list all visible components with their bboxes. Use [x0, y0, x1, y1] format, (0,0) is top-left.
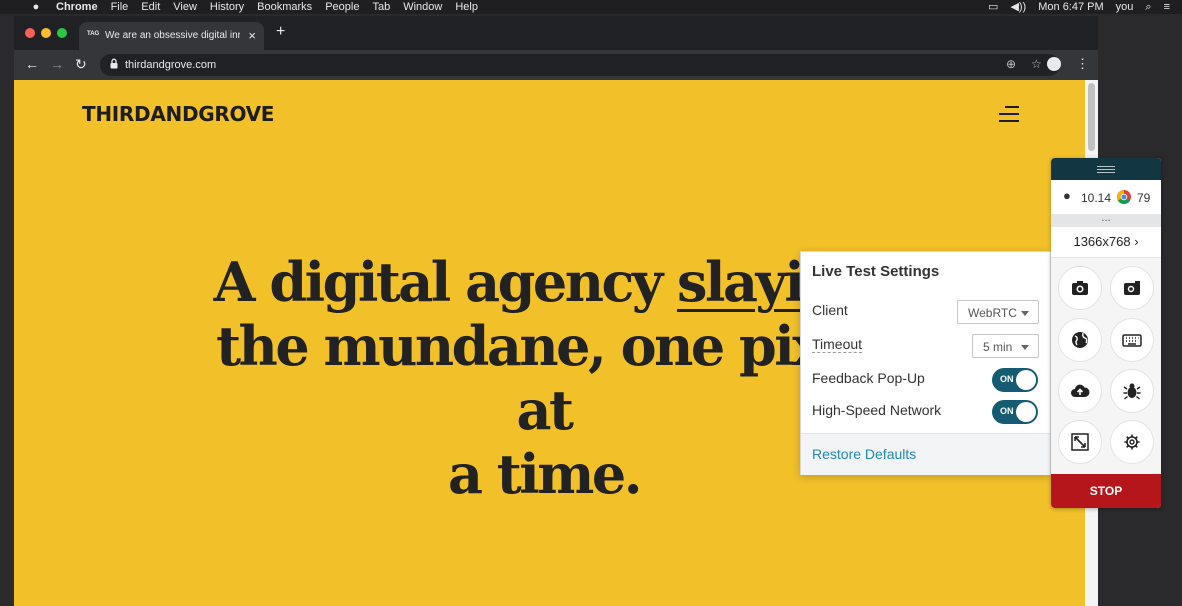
- forward-arrow-icon[interactable]: →: [50, 57, 64, 71]
- bookmark-star-icon[interactable]: ☆: [1031, 57, 1042, 71]
- back-arrow-icon[interactable]: ←: [25, 57, 39, 71]
- chevron-down-icon: [1021, 311, 1029, 316]
- feedback-toggle-state: ON: [1000, 374, 1014, 384]
- upload-file-button[interactable]: [1058, 369, 1102, 413]
- camera-icon: [1072, 281, 1088, 295]
- cloud-upload-icon: [1071, 384, 1090, 397]
- keyboard-icon: [1122, 334, 1142, 347]
- settings-title: Live Test Settings: [812, 263, 940, 280]
- toggle-knob: [1016, 402, 1036, 422]
- timeout-select-value: 5 min: [983, 340, 1013, 354]
- tab-strip: TAG We are an obsessive digital inn × +: [14, 16, 1098, 50]
- client-label: Client: [812, 302, 848, 318]
- keyboard-button[interactable]: [1110, 318, 1154, 362]
- more-options-dots-icon[interactable]: ...: [1051, 213, 1161, 227]
- apple-menu-icon[interactable]: ●: [30, 0, 42, 14]
- stop-session-button[interactable]: STOP: [1051, 474, 1161, 508]
- menu-window[interactable]: Window: [403, 0, 442, 14]
- profile-avatar-icon[interactable]: [1047, 57, 1061, 71]
- window-zoom-button[interactable]: [57, 28, 67, 38]
- tool-buttons-grid: [1051, 258, 1161, 474]
- hero-line-1-text: A digital agency: [213, 250, 678, 314]
- menu-file[interactable]: File: [111, 0, 129, 14]
- menu-edit[interactable]: Edit: [141, 0, 160, 14]
- lock-icon: [110, 58, 118, 69]
- high-speed-network-toggle[interactable]: ON: [992, 400, 1038, 424]
- menu-people[interactable]: People: [325, 0, 359, 14]
- feedback-popup-label: Feedback Pop-Up: [812, 370, 925, 386]
- volume-icon[interactable]: ◀)): [1010, 0, 1026, 14]
- live-test-toolbar: ● 10.14 79 ... 1366x768 › STOP: [1051, 158, 1161, 508]
- settings-gear-button[interactable]: [1110, 420, 1154, 464]
- scrollbar-thumb[interactable]: [1088, 83, 1095, 151]
- chevron-down-icon: [1021, 345, 1029, 350]
- chrome-menu-kebab-icon[interactable]: ⋮: [1076, 56, 1089, 72]
- video-camera-icon: [1124, 281, 1140, 295]
- network-toggle-state: ON: [1000, 406, 1014, 416]
- resolution-selector[interactable]: 1366x768 ›: [1051, 227, 1161, 258]
- tab-favicon: TAG: [87, 31, 100, 37]
- site-hamburger-menu-icon[interactable]: [999, 106, 1019, 122]
- gear-icon: [1124, 434, 1140, 450]
- record-video-button[interactable]: [1110, 266, 1154, 310]
- apple-os-icon: ●: [1063, 188, 1071, 203]
- resize-icon: [1071, 433, 1089, 451]
- feedback-popup-toggle[interactable]: ON: [992, 368, 1038, 392]
- high-speed-network-label: High-Speed Network: [812, 402, 942, 418]
- browser-toolbar: ← → ↻ thirdandgrove.com ⊕ ☆ ⋮: [14, 50, 1098, 80]
- menu-bookmarks[interactable]: Bookmarks: [257, 0, 312, 14]
- client-select[interactable]: WebRTC: [957, 300, 1039, 324]
- timeout-select[interactable]: 5 min: [972, 334, 1039, 358]
- browser-tab-active[interactable]: TAG We are an obsessive digital inn ×: [79, 22, 264, 50]
- report-bug-button[interactable]: [1110, 369, 1154, 413]
- client-select-value: WebRTC: [968, 306, 1017, 320]
- timeout-label: Timeout: [812, 336, 863, 353]
- menu-history[interactable]: History: [210, 0, 244, 14]
- menu-app-chrome[interactable]: Chrome: [56, 0, 98, 14]
- globe-icon: [1072, 332, 1088, 348]
- macos-menubar: ● Chrome File Edit View History Bookmark…: [0, 0, 1182, 14]
- live-test-settings-panel: Live Test Settings Client WebRTC Timeout…: [800, 251, 1051, 475]
- browser-version: 79: [1137, 191, 1151, 205]
- address-bar[interactable]: thirdandgrove.com ⊕ ☆: [100, 54, 1060, 76]
- tab-close-icon[interactable]: ×: [248, 28, 256, 43]
- settings-footer: Restore Defaults: [801, 433, 1050, 475]
- toggle-knob: [1016, 370, 1036, 390]
- hero-line-1: A digital agency slaying: [194, 250, 894, 314]
- screenshot-camera-button[interactable]: [1058, 266, 1102, 310]
- hero-line-3: a time.: [447, 442, 643, 506]
- change-location-button[interactable]: [1058, 318, 1102, 362]
- notification-center-icon[interactable]: ≡: [1164, 0, 1170, 14]
- new-tab-plus-icon[interactable]: +: [276, 23, 285, 41]
- fit-to-screen-button[interactable]: [1058, 420, 1102, 464]
- window-minimize-button[interactable]: [41, 28, 51, 38]
- hero-headline: A digital agency slaying the mundane, on…: [194, 250, 894, 506]
- address-url: thirdandgrove.com: [125, 59, 217, 71]
- menubar-clock[interactable]: Mon 6:47 PM: [1038, 0, 1103, 14]
- site-logo[interactable]: THIRDANDGROVE: [82, 102, 274, 126]
- restore-defaults-link[interactable]: Restore Defaults: [812, 446, 916, 462]
- os-browser-info[interactable]: ● 10.14 79: [1051, 180, 1161, 214]
- menubar-user[interactable]: you: [1116, 0, 1134, 14]
- os-version: 10.14: [1081, 191, 1112, 205]
- install-app-icon[interactable]: ⊕: [1006, 57, 1016, 71]
- chrome-browser-icon: [1117, 190, 1131, 204]
- window-close-button[interactable]: [25, 28, 35, 38]
- reload-icon[interactable]: ↻: [75, 57, 87, 71]
- toolbar-drag-handle[interactable]: [1051, 158, 1161, 180]
- menu-tab[interactable]: Tab: [372, 0, 390, 14]
- menu-view[interactable]: View: [173, 0, 197, 14]
- menubar-status-area: ▭ ◀)) Mon 6:47 PM you ⌕ ≡: [988, 0, 1182, 14]
- spotlight-search-icon[interactable]: ⌕: [1145, 0, 1151, 14]
- hero-line-2: the mundane, one pixel at: [216, 314, 874, 442]
- display-icon[interactable]: ▭: [988, 0, 998, 14]
- menu-help[interactable]: Help: [455, 0, 478, 14]
- bug-icon: [1123, 383, 1141, 400]
- tab-title: We are an obsessive digital inn: [105, 30, 240, 41]
